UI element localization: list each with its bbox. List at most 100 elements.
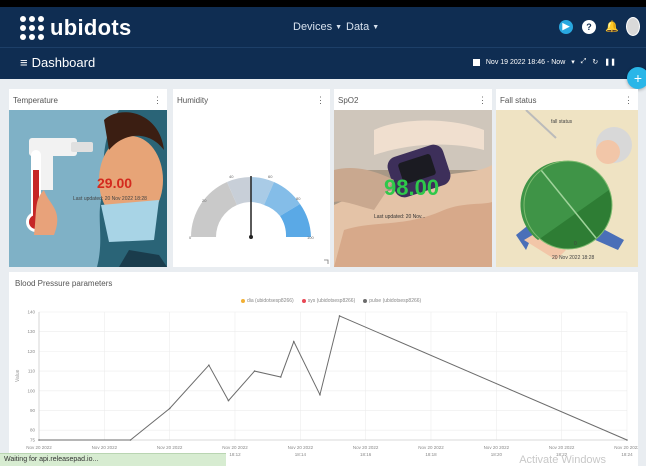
y-tick-label: 90 (30, 408, 36, 413)
dashboard-header: ≡ Dashboard Nov 19 2022 18:46 - Now ▾ ⤢ … (0, 47, 646, 79)
data-point (227, 399, 230, 402)
widget-title: Temperature (13, 96, 58, 105)
y-tick-label: 100 (27, 388, 35, 393)
data-point (208, 364, 210, 366)
fall-status-label: fall status (551, 119, 573, 125)
x-tick-label: 18:16 (360, 452, 372, 457)
data-point (279, 376, 282, 378)
nav-devices[interactable]: Devices ▼ (293, 21, 342, 33)
chevron-down-icon: ▾ (571, 59, 575, 66)
chevron-down-icon: ▼ (335, 23, 343, 31)
ubidots-dashboard: ubidots Devices ▼ Data ▼ ▶ ? 🔔 ≡ Dashboard… (0, 0, 646, 466)
hamburger-icon[interactable]: ≡ (20, 55, 28, 70)
x-tick-label: Nov 20 2022 (26, 445, 52, 450)
avatar[interactable] (626, 17, 640, 36)
x-tick-label: 18:18 (425, 452, 437, 457)
data-point (38, 439, 40, 441)
x-tick-label: Nov 20 2022 (353, 445, 379, 450)
page-title: Dashboard (31, 55, 96, 70)
x-tick-label: Nov 20 2022 (92, 445, 118, 450)
fall-status-value: 0 (574, 241, 577, 247)
x-tick-label: Nov 20 2022 (222, 445, 248, 450)
x-tick-label: Nov 20 2022 (614, 445, 638, 450)
y-tick-label: 110 (28, 369, 36, 374)
widget-menu-icon[interactable]: ⋮ (624, 95, 633, 106)
temperature-widget[interactable]: Temperature ⋮ 29.00 Last updated: 20 Nov… (9, 89, 167, 267)
bell-icon[interactable]: 🔔 (605, 20, 619, 34)
y-axis-label: Value (15, 369, 21, 382)
x-tick-label: 18:14 (295, 452, 307, 457)
windows-watermark: Activate Windows (519, 454, 606, 466)
nav-data[interactable]: Data ▼ (346, 21, 379, 33)
gauge-tick-label: 20 (202, 198, 207, 203)
calendar-icon (472, 58, 480, 66)
top-right-icons: ▶ ? 🔔 (559, 17, 640, 36)
data-point (293, 340, 295, 343)
y-tick-label: 130 (27, 329, 35, 334)
x-tick-label: Nov 20 2022 (549, 445, 575, 450)
x-tick-label: Nov 20 2022 (484, 445, 510, 450)
dashboard-menu[interactable]: ≡ Dashboard (20, 55, 95, 70)
data-point (626, 439, 628, 441)
y-tick-label: 80 (30, 428, 36, 433)
widget-title: Humidity (177, 96, 209, 105)
refresh-icon[interactable]: ↻ (592, 58, 598, 66)
fall-status-timestamp: 20 Nov 2022 18:28 (552, 255, 595, 261)
date-range-label: Nov 19 2022 18:46 - Now (485, 58, 566, 66)
date-range-picker[interactable]: Nov 19 2022 18:46 - Now ▾ ⤢ ↻ ❚❚ (472, 58, 616, 66)
logo-text: ubidots (50, 15, 132, 40)
temperature-illustration (9, 110, 167, 267)
nav-devices-label: Devices (293, 21, 333, 33)
humidity-widget[interactable]: Humidity ⋮ 0 20 40 60 80 100 (173, 89, 330, 267)
x-tick-label: 18:12 (229, 452, 241, 457)
pause-icon[interactable]: ❚❚ (604, 58, 616, 66)
temperature-value: 29.00 (97, 175, 133, 191)
gauge-tick-label: 40 (229, 174, 234, 179)
top-navbar: ubidots Devices ▼ Data ▼ ▶ ? 🔔 (0, 0, 646, 47)
y-tick-label: 75 (30, 438, 36, 443)
y-tick-label: 120 (27, 349, 35, 354)
logo-dots-icon (20, 16, 44, 40)
humidity-gauge: 0 20 40 60 80 100 (189, 174, 329, 264)
gauge-tick-label: 100 (307, 235, 314, 240)
temperature-last-updated: Last updated: 20 Nov 2022 18:28 (73, 196, 147, 202)
widget-title: SpO2 (338, 96, 359, 105)
fall-illustration (496, 109, 638, 267)
elderly-fall-image (496, 109, 638, 267)
help-icon[interactable]: ? (582, 19, 596, 34)
x-tick-label: Nov 20 2022 (288, 445, 314, 450)
blood-pressure-widget[interactable]: Blood Pressure parameters dia (ubidotses… (9, 272, 638, 466)
nav-data-label: Data (346, 21, 370, 33)
data-point (319, 393, 321, 396)
gauge-tick-label: 60 (268, 174, 273, 179)
blood-pressure-chart: Value 75 80 90 100 110 120 130 140 Nov 20 2022 18… (15, 310, 638, 458)
data-point (338, 315, 341, 317)
fall-status-widget[interactable]: Fall status ⋮ fall status 0 20 Nov 2022 … (496, 89, 638, 267)
browser-status-bar: Waiting for api.releasepad.io... (0, 453, 226, 466)
widget-menu-icon[interactable]: ⋮ (153, 95, 162, 106)
y-tick-label: 140 (27, 310, 35, 315)
chevron-down-icon: ▼ (372, 23, 380, 31)
x-tick-label: 18:20 (491, 452, 503, 457)
add-widget-button[interactable]: + (627, 67, 646, 89)
expand-icon[interactable]: ⤢ (581, 58, 587, 66)
resize-handle-icon[interactable] (324, 259, 329, 264)
widget-title: Fall status (500, 96, 537, 105)
x-tick-label: 18:24 (621, 452, 633, 457)
x-tick-label: Nov 20 2022 (418, 445, 444, 450)
play-icon[interactable]: ▶ (559, 19, 573, 34)
data-point (253, 370, 256, 372)
widget-menu-icon[interactable]: ⋮ (316, 95, 325, 106)
gauge-tick-label: 80 (296, 196, 301, 201)
data-point (168, 407, 171, 410)
thermometer-face-image (9, 110, 167, 267)
x-tick-label: Nov 20 2022 (157, 445, 183, 450)
series-line (39, 315, 628, 441)
ubidots-logo[interactable]: ubidots (20, 13, 132, 43)
data-point (129, 439, 132, 441)
spo2-widget[interactable]: SpO2 ⋮ 98.00 Last updated: 20 Nov... (334, 89, 492, 267)
spo2-value: 98.00 (384, 175, 440, 200)
gauge-pivot (249, 235, 253, 239)
widget-menu-icon[interactable]: ⋮ (478, 95, 487, 106)
spo2-last-updated: Last updated: 20 Nov... (374, 214, 426, 220)
